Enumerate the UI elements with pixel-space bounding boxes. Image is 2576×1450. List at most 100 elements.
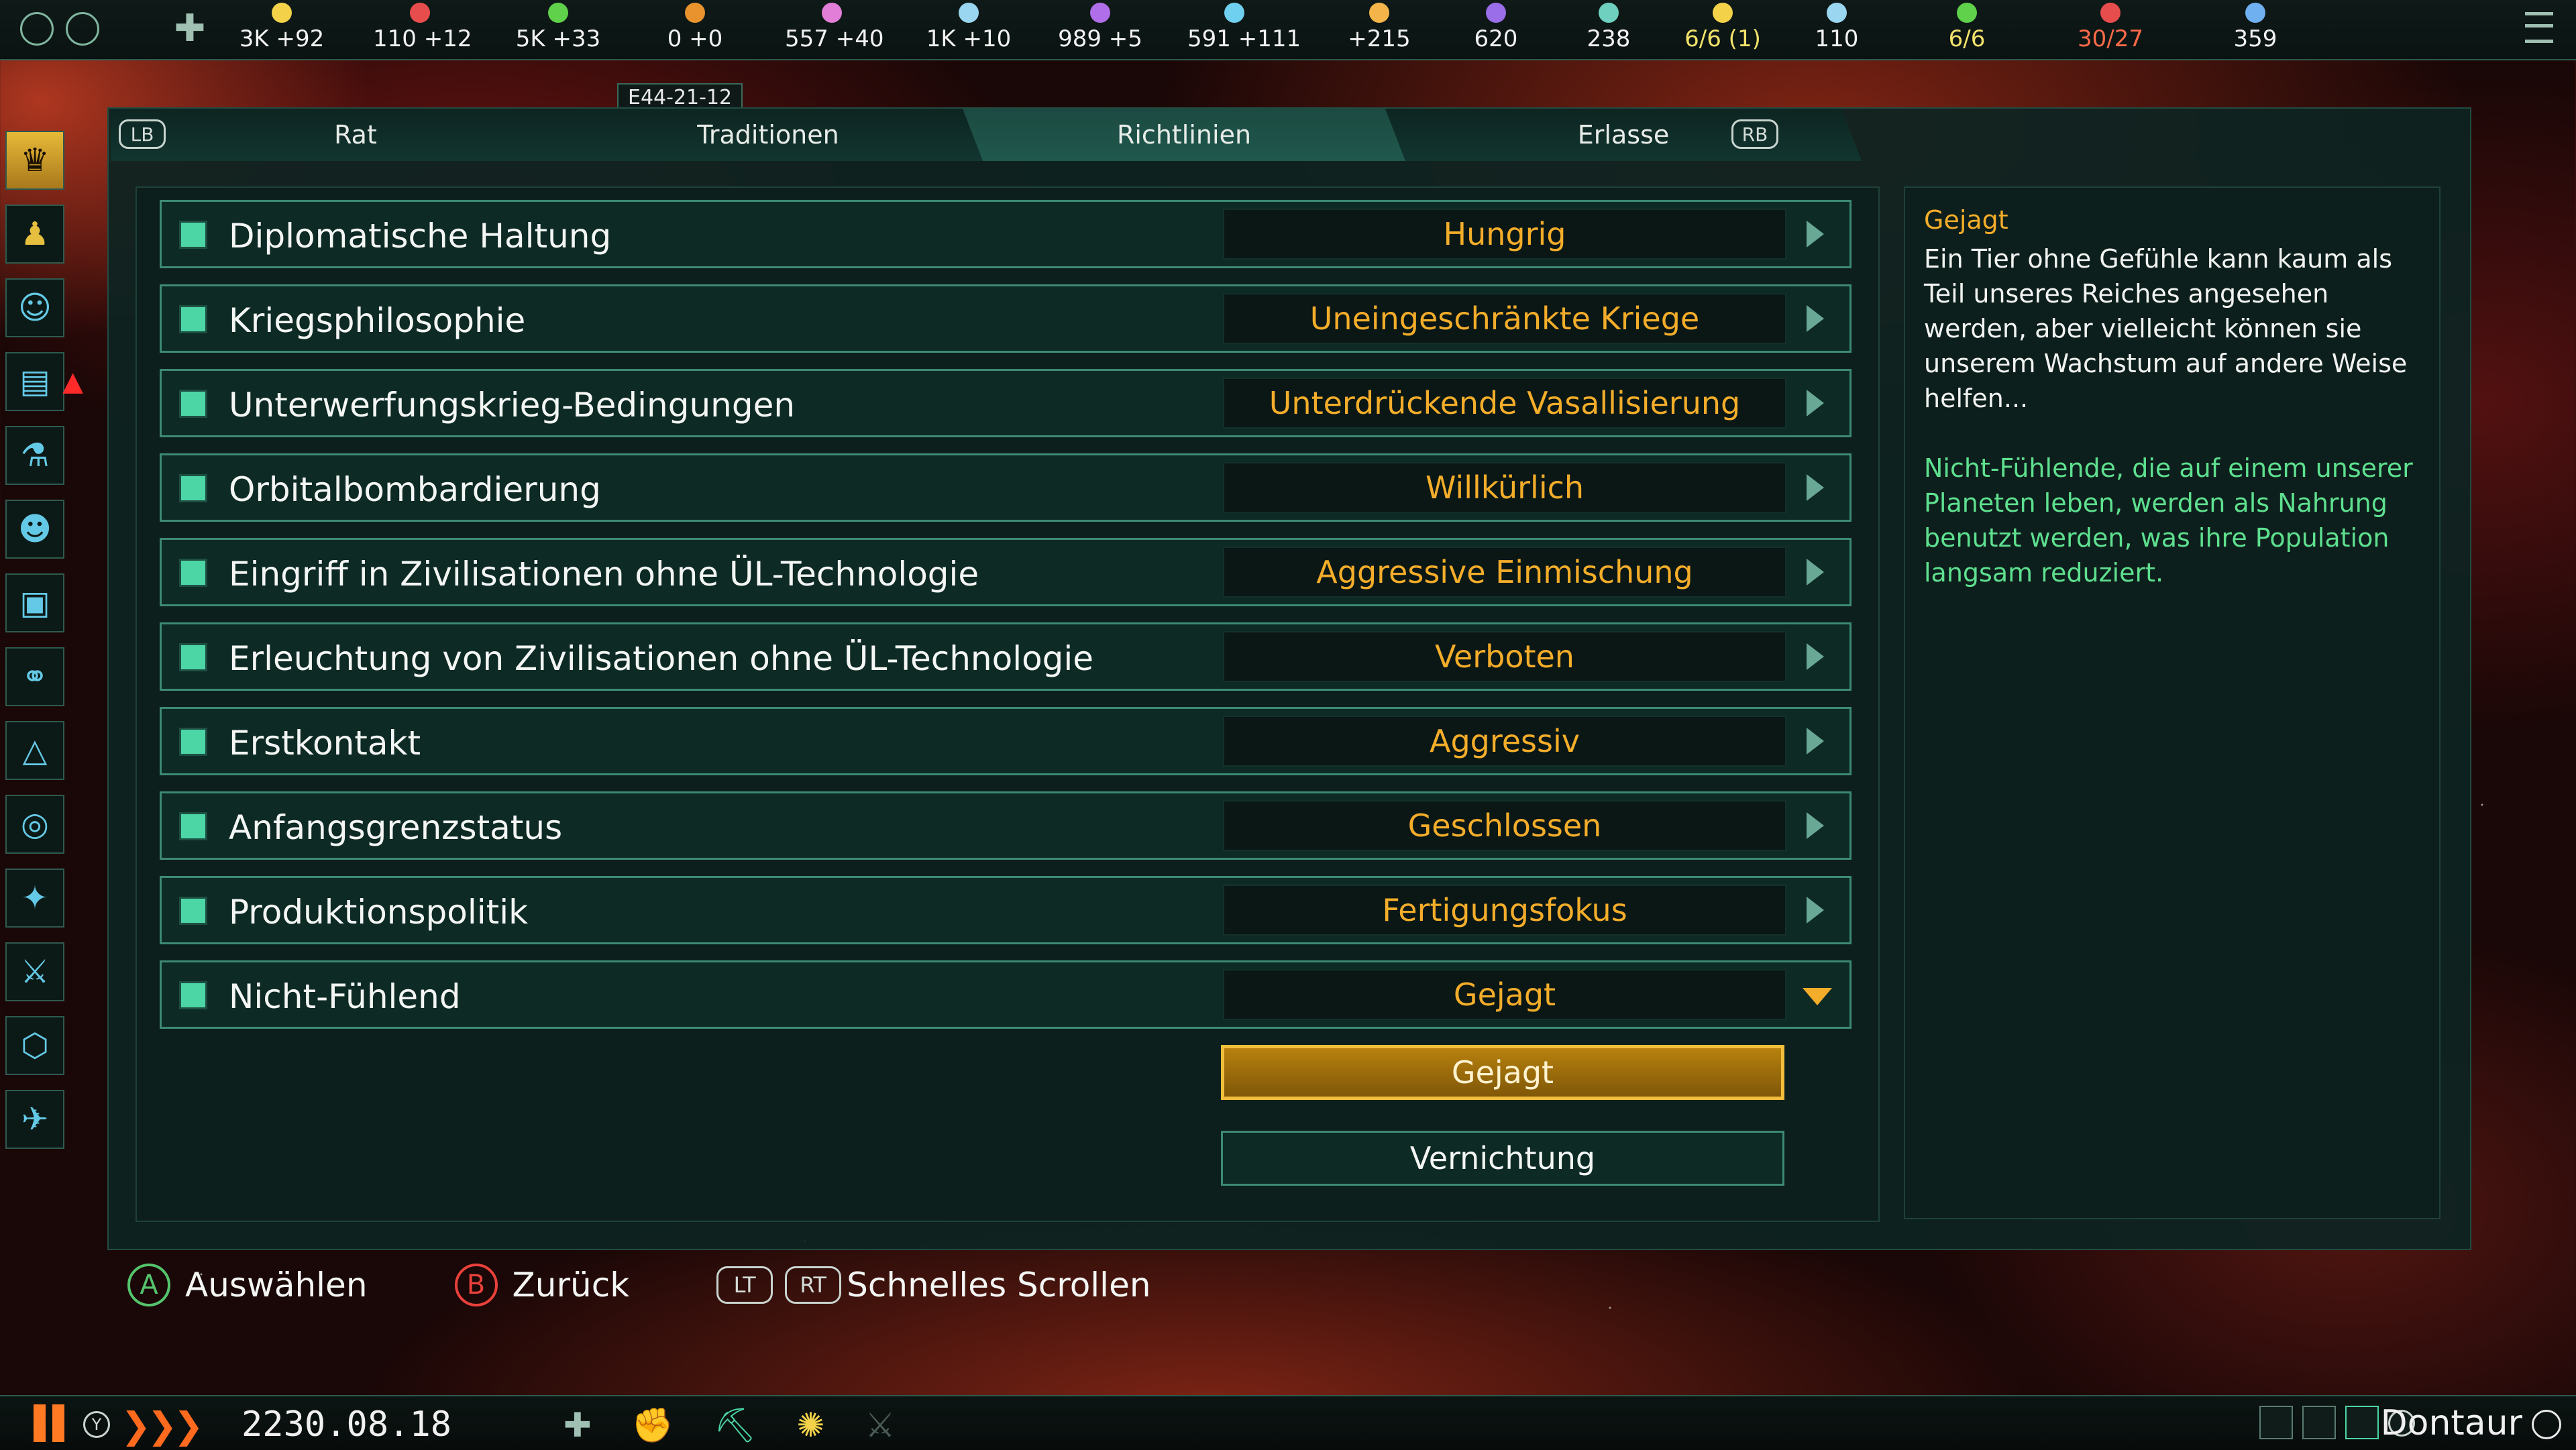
policy-name: Produktionspolitik (229, 893, 529, 932)
policy-value-select[interactable]: Verboten (1223, 631, 1786, 682)
resource-item[interactable]: 591 +111 (1187, 3, 1301, 52)
sidebar-contacts-icon[interactable]: ⚭ (5, 647, 64, 706)
policy-row[interactable]: Produktionspolitik Fertigungsfokus (160, 876, 1851, 944)
pause-icon[interactable] (34, 1404, 64, 1442)
policy-row[interactable]: Nicht-Fühlend Gejagt (160, 960, 1851, 1029)
influence-icon (959, 3, 979, 23)
tab-policies[interactable]: Richtlinien (963, 109, 1405, 161)
tab-traditions[interactable]: Traditionen (553, 109, 983, 161)
ship-outliner-icon[interactable] (2259, 1406, 2293, 1439)
resource-item[interactable]: 6/6 (1920, 3, 2014, 52)
chevron-right-icon[interactable] (1807, 643, 1824, 670)
sidebar-research-icon[interactable]: ⚗ (5, 426, 64, 485)
chevron-down-icon[interactable] (1803, 988, 1832, 1005)
speed-chevrons-icon[interactable]: ❯❯❯ (121, 1404, 204, 1447)
resource-item[interactable]: 989 +5 (1053, 3, 1147, 52)
policy-row[interactable]: Orbitalbombardierung Willkürlich (160, 453, 1851, 522)
policy-name: Nicht-Fühlend (229, 977, 461, 1016)
chevron-right-icon[interactable] (1807, 390, 1824, 416)
resource-item[interactable]: 557 +40 (785, 3, 883, 52)
back-hint[interactable]: Zurück (513, 1266, 630, 1304)
hamburger-menu-icon[interactable] (2525, 12, 2553, 43)
tab-edicts[interactable]: Erlasse RB (1385, 109, 1862, 161)
chevron-right-icon[interactable] (1807, 221, 1824, 247)
construction-icon[interactable]: ⛏ (714, 1406, 756, 1445)
left-sidebar: ♛ ♟ ☺ ▤ ▲ ⚗ ☻ ▣ ⚭ △ ◎ ✦ ⚔ ⬡ ✈ (5, 131, 83, 1164)
sidebar-military-icon[interactable]: ⚔ (5, 942, 64, 1001)
empire-flag-icon[interactable] (20, 12, 54, 46)
policy-name: Kriegsphilosophie (229, 301, 526, 340)
policy-name: Erstkontakt (229, 724, 421, 763)
rb-button-icon: RB (1731, 119, 1778, 149)
description-text: Ein Tier ohne Gefühle kann kaum als Teil… (1924, 244, 2408, 413)
policy-value-select[interactable]: Willkürlich (1223, 462, 1786, 513)
science-ship-icon[interactable]: ✺ (797, 1406, 825, 1445)
dropdown-option-selected[interactable]: Gejagt (1221, 1045, 1784, 1100)
sidebar-pops-icon[interactable]: ☻ (5, 500, 64, 559)
resource-value: 1K +10 (926, 25, 1012, 52)
sidebar-species-icon[interactable]: ♟ (5, 205, 64, 264)
fleet-icon (2100, 3, 2121, 23)
resource-item[interactable]: +215 (1332, 3, 1426, 52)
chevron-right-icon[interactable] (1807, 474, 1824, 501)
resource-item[interactable]: 3K +92 (235, 3, 329, 52)
policy-value-select[interactable]: Fertigungsfokus (1223, 885, 1786, 936)
resource-item[interactable]: 1K +10 (922, 3, 1016, 52)
sidebar-market-icon[interactable]: ▣ (5, 573, 64, 632)
resource-item[interactable]: 110 +12 (373, 3, 472, 52)
resource-item[interactable]: 5K +33 (511, 3, 605, 52)
select-hint[interactable]: Auswählen (185, 1266, 368, 1304)
policy-checkbox-icon (179, 390, 207, 418)
policy-value-select[interactable]: Uneingeschränkte Kriege (1223, 293, 1786, 344)
resource-item[interactable]: 620 (1449, 3, 1543, 52)
sidebar-traits-icon[interactable]: ⬡ (5, 1016, 64, 1075)
fist-icon[interactable]: ✊ (632, 1406, 674, 1445)
sidebar-fleet-icon[interactable]: ✈ (5, 1090, 64, 1149)
dropdown-option[interactable]: Vernichtung (1221, 1131, 1784, 1186)
resource-item[interactable]: 110 (1790, 3, 1884, 52)
chevron-right-icon[interactable] (1807, 897, 1824, 924)
sidebar-situations-icon[interactable]: ✦ (5, 869, 64, 928)
chevron-right-icon[interactable] (1807, 305, 1824, 332)
policy-value-select[interactable]: Hungrig (1223, 209, 1786, 260)
sidebar-government-icon[interactable]: ♛ (5, 131, 64, 190)
hex-outliner-icon[interactable] (2302, 1406, 2336, 1439)
chevron-right-icon[interactable] (1807, 728, 1824, 755)
resource-value: +215 (1348, 25, 1411, 52)
chevron-right-icon[interactable] (1807, 812, 1824, 839)
rt-button-icon: RT (785, 1266, 842, 1304)
policy-checkbox-icon (179, 474, 207, 502)
policy-row[interactable]: Erstkontakt Aggressiv (160, 707, 1851, 775)
sidebar-planets-icon[interactable]: ▤ ▲ (5, 352, 83, 411)
policy-row[interactable]: Eingriff in Zivilisationen ohne ÜL-Techn… (160, 538, 1851, 606)
policy-value-select[interactable]: Geschlossen (1223, 800, 1786, 851)
resource-item[interactable]: 6/6 (1) (1676, 3, 1770, 52)
army-icon[interactable]: ⚔ (865, 1406, 896, 1445)
y-button-icon: Y (83, 1411, 110, 1438)
empire-name[interactable]: Dontaur (2381, 1403, 2522, 1443)
menu-circle-icon[interactable] (66, 12, 99, 46)
policy-row[interactable]: Anfangsgrenzstatus Geschlossen (160, 791, 1851, 860)
chevron-right-icon[interactable] (1807, 559, 1824, 585)
tab-council[interactable]: LB Rat (111, 109, 574, 161)
resource-value: 0 +0 (667, 25, 723, 52)
policy-row[interactable]: Erleuchtung von Zivilisationen ohne ÜL-T… (160, 622, 1851, 691)
fast-scroll-hint[interactable]: Schnelles Scrollen (847, 1266, 1150, 1304)
policy-row[interactable]: Unterwerfungskrieg-Bedingungen Unterdrück… (160, 369, 1851, 437)
policy-value-select[interactable]: Aggressiv (1223, 716, 1786, 767)
sidebar-leader-icon[interactable]: ☺ (5, 278, 64, 337)
description-effect: Nicht-Fühlende, die auf einem unserer Pl… (1924, 453, 2413, 588)
sidebar-federation-icon[interactable]: △ (5, 721, 64, 780)
sidebar-galaxy-icon[interactable]: ◎ (5, 795, 64, 854)
resource-value: 5K +33 (515, 25, 601, 52)
resource-item[interactable]: 359 (2208, 3, 2302, 52)
policy-value-select[interactable]: Unterdrückende Vasallisierung (1223, 378, 1786, 429)
policy-value-select[interactable]: Gejagt (1223, 969, 1786, 1020)
map-mode-icon[interactable] (2345, 1406, 2379, 1439)
resource-item[interactable]: 0 +0 (648, 3, 742, 52)
resource-item[interactable]: 238 (1562, 3, 1656, 52)
policy-row[interactable]: Diplomatische Haltung Hungrig (160, 200, 1851, 268)
policy-value-select[interactable]: Aggressive Einmischung (1223, 547, 1786, 598)
resource-item[interactable]: 30/27 (2063, 3, 2157, 52)
policy-row[interactable]: Kriegsphilosophie Uneingeschränkte Kriege (160, 284, 1851, 353)
